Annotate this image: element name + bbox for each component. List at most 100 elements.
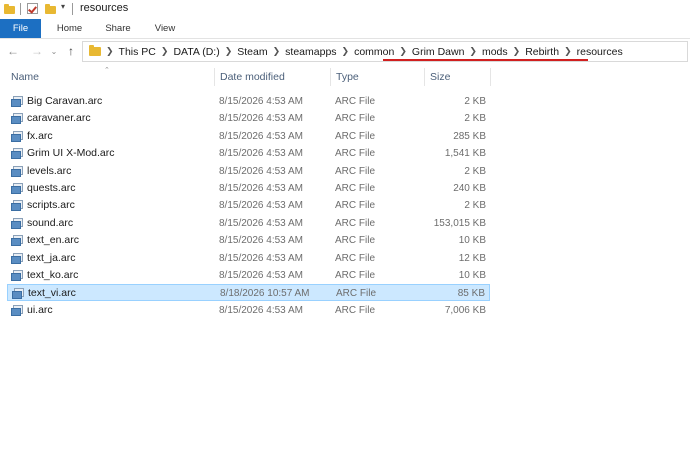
file-date-modified: 8/15/2026 4:53 AM (219, 183, 303, 194)
file-type: ARC File (335, 148, 376, 160)
file-name: text_en.arc (27, 234, 79, 247)
arc-file-icon (11, 165, 23, 177)
arc-file-icon (11, 304, 23, 316)
file-size: 2 KB (464, 113, 486, 125)
file-type: ARC File (335, 235, 376, 247)
breadcrumb-chevron-icon[interactable]: ❯ (513, 46, 521, 57)
file-row[interactable]: Grim UI X-Mod.arc 8/15/2026 4:53 AM ARC … (7, 145, 490, 162)
file-size: 240 KB (453, 183, 486, 194)
arc-file-icon (11, 130, 23, 142)
file-type: ARC File (335, 217, 376, 229)
tab-home[interactable]: Home (47, 19, 92, 38)
title-separator-2 (72, 3, 73, 15)
file-size: 285 KB (453, 130, 486, 142)
file-size: 2 KB (464, 96, 486, 107)
arc-file-icon (11, 148, 23, 160)
file-row[interactable]: Big Caravan.arc 8/15/2026 4:53 AM ARC Fi… (7, 93, 490, 110)
file-size: 2 KB (464, 200, 486, 212)
file-row[interactable]: caravaner.arc 8/15/2026 4:53 AM ARC File… (7, 110, 490, 127)
breadcrumb-chevron-icon[interactable]: ❯ (225, 46, 233, 57)
column-divider[interactable] (214, 68, 215, 86)
file-name: text_ja.arc (27, 251, 76, 264)
window-title: resources (80, 2, 129, 14)
new-folder-icon[interactable] (45, 4, 56, 14)
column-divider[interactable] (424, 68, 425, 86)
column-divider[interactable] (490, 68, 491, 86)
file-size: 153,015 KB (433, 217, 486, 229)
customize-toolbar-chevron-icon[interactable]: ▾ (61, 2, 65, 11)
breadcrumb-mods[interactable]: mods (482, 46, 508, 58)
tab-view[interactable]: View (145, 19, 185, 38)
file-row[interactable]: levels.arc 8/15/2026 4:53 AM ARC File 2 … (7, 163, 490, 180)
file-type: ARC File (335, 183, 376, 194)
file-type: ARC File (335, 113, 376, 125)
arc-file-icon (11, 217, 23, 229)
file-row[interactable]: text_ko.arc 8/15/2026 4:53 AM ARC File 1… (7, 267, 490, 284)
breadcrumb-chevron-icon[interactable]: ❯ (161, 46, 169, 57)
file-type: ARC File (335, 96, 376, 107)
file-name: Big Caravan.arc (27, 95, 103, 107)
column-header-date-modified[interactable]: Date modified (216, 66, 330, 88)
file-row[interactable]: fx.arc 8/15/2026 4:53 AM ARC File 285 KB (7, 128, 490, 145)
file-size: 7,006 KB (444, 304, 486, 316)
arc-file-icon (11, 270, 23, 281)
arc-file-icon (11, 200, 23, 212)
breadcrumb-steam[interactable]: Steam (237, 46, 267, 58)
arc-file-icon (11, 235, 23, 247)
breadcrumb-chevron-icon[interactable]: ❯ (342, 46, 350, 57)
file-date-modified: 8/15/2026 4:53 AM (219, 165, 303, 177)
arc-file-icon (11, 183, 23, 194)
breadcrumb-chevron-icon[interactable]: ❯ (399, 46, 407, 57)
file-size: 2 KB (464, 165, 486, 177)
file-row[interactable]: ui.arc 8/15/2026 4:53 AM ARC File 7,006 … (7, 302, 490, 319)
breadcrumb-chevron-icon[interactable]: ❯ (469, 46, 477, 57)
properties-check-icon[interactable] (27, 3, 38, 14)
arc-file-icon (12, 288, 24, 300)
file-name: caravaner.arc (27, 112, 91, 125)
breadcrumb-grim-dawn[interactable]: Grim Dawn (412, 46, 465, 58)
file-name: text_ko.arc (27, 269, 79, 281)
column-header-name[interactable]: Name (7, 66, 214, 88)
arc-file-icon (11, 252, 23, 264)
file-date-modified: 8/15/2026 4:53 AM (219, 217, 303, 229)
recent-locations-chevron-icon[interactable]: ⌄ (49, 43, 59, 59)
file-name: Grim UI X-Mod.arc (27, 147, 115, 160)
breadcrumb-common[interactable]: common (354, 46, 394, 58)
breadcrumb-rebirth[interactable]: Rebirth (525, 46, 559, 58)
forward-arrow-icon[interactable]: → (30, 43, 44, 59)
column-header-type[interactable]: Type (332, 66, 424, 88)
breadcrumb-this-pc[interactable]: This PC (119, 46, 156, 58)
file-row[interactable]: quests.arc 8/15/2026 4:53 AM ARC File 24… (7, 180, 490, 197)
column-header-size[interactable]: Size (426, 66, 490, 88)
breadcrumb-steamapps[interactable]: steamapps (285, 46, 336, 58)
back-arrow-icon[interactable]: ← (6, 43, 20, 59)
file-date-modified: 8/15/2026 4:53 AM (219, 200, 303, 212)
file-date-modified: 8/15/2026 4:53 AM (219, 96, 303, 107)
breadcrumb-data-drive[interactable]: DATA (D:) (173, 46, 219, 58)
tab-share[interactable]: Share (96, 19, 140, 38)
file-row[interactable]: scripts.arc 8/15/2026 4:53 AM ARC File 2… (7, 197, 490, 214)
file-size: 12 KB (458, 252, 486, 264)
up-arrow-icon[interactable]: ↑ (65, 43, 77, 59)
tab-file[interactable]: File (0, 19, 41, 38)
column-divider[interactable] (330, 68, 331, 86)
file-type: ARC File (335, 165, 376, 177)
file-row[interactable]: text_en.arc 8/15/2026 4:53 AM ARC File 1… (7, 232, 490, 249)
file-type: ARC File (335, 252, 376, 264)
breadcrumb-chevron-icon[interactable]: ❯ (106, 46, 114, 57)
breadcrumb-chevron-icon[interactable]: ❯ (273, 46, 281, 57)
file-date-modified: 8/15/2026 4:53 AM (219, 252, 303, 264)
file-size: 85 KB (457, 288, 485, 300)
file-name: fx.arc (27, 129, 53, 142)
file-row[interactable]: text_ja.arc 8/15/2026 4:53 AM ARC File 1… (7, 250, 490, 267)
file-date-modified: 8/18/2026 10:57 AM (220, 288, 310, 300)
file-name: text_vi.arc (28, 287, 76, 300)
file-row[interactable]: sound.arc 8/15/2026 4:53 AM ARC File 153… (7, 215, 490, 232)
file-row-selected[interactable]: text_vi.arc 8/18/2026 10:57 AM ARC File … (7, 284, 490, 302)
file-size: 10 KB (458, 235, 486, 247)
breadcrumb-resources[interactable]: resources (577, 46, 623, 58)
folder-icon (4, 4, 15, 14)
annotation-underline (383, 59, 588, 61)
file-type: ARC File (335, 304, 376, 316)
breadcrumb-chevron-icon[interactable]: ❯ (564, 46, 572, 57)
